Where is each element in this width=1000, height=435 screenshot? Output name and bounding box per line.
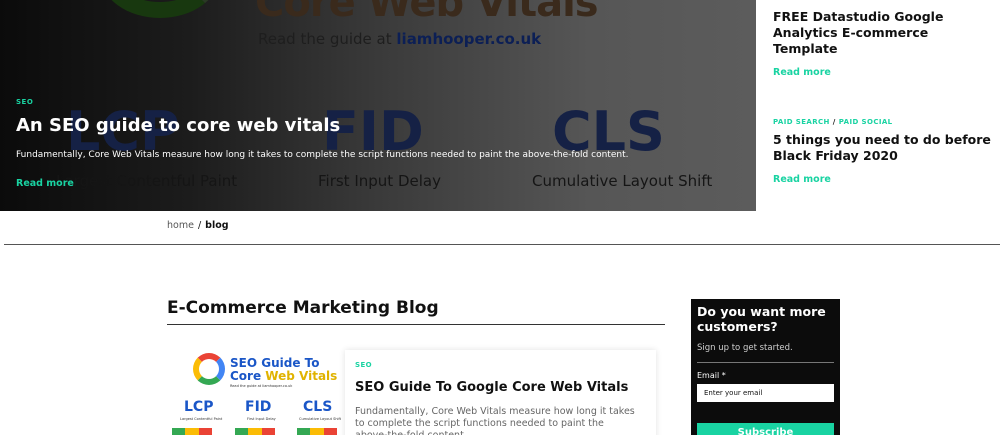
- subscribe-button[interactable]: Subscribe: [697, 423, 834, 435]
- post-title[interactable]: SEO Guide To Google Core Web Vitals: [355, 380, 646, 395]
- page-title: E-Commerce Marketing Blog: [167, 298, 439, 318]
- thumbnail-metric-fid-label: First Input Delay: [247, 417, 276, 421]
- thumbnail-metric-lcp-label: Largest Contentful Paint: [180, 417, 223, 421]
- side-post: FREE Datastudio Google Analytics E-comme…: [773, 9, 993, 78]
- hero-read-more-link[interactable]: Read more: [16, 178, 74, 189]
- hero-metric-fid-label: First Input Delay: [318, 172, 441, 190]
- thumbnail-scale-bar: [235, 428, 275, 435]
- side-post: PAID SEARCH / PAID SOCIAL 5 things you nee…: [773, 118, 993, 185]
- google-logo-icon: [193, 353, 225, 385]
- hero-category-tag[interactable]: SEO: [16, 98, 33, 106]
- newsletter-subtitle: Sign up to get started.: [697, 343, 793, 353]
- post-excerpt: Fundamentally, Core Web Vitals measure h…: [355, 406, 635, 435]
- thumbnail-caption: Read the guide at liamhooper.co.uk: [230, 384, 293, 388]
- hero-metric-cls-label: Cumulative Layout Shift: [532, 172, 713, 190]
- google-logo-icon: [100, 0, 220, 18]
- thumbnail-title-line2: Core Web Vitals: [230, 369, 338, 383]
- side-post-title[interactable]: FREE Datastudio Google Analytics E-comme…: [773, 9, 993, 57]
- post-category-tag[interactable]: SEO: [355, 361, 646, 369]
- thumbnail-metric-fid: FID: [245, 399, 272, 415]
- hero-post-title[interactable]: An SEO guide to core web vitals: [16, 115, 340, 136]
- breadcrumb-current: blog: [205, 220, 229, 231]
- tag-separator: /: [832, 118, 836, 126]
- section-divider: [4, 244, 1000, 245]
- email-label: Email *: [697, 371, 726, 380]
- thumbnail-scale-bar: [172, 428, 212, 435]
- side-post-read-more-link[interactable]: Read more: [773, 67, 993, 78]
- breadcrumb-separator: /: [197, 220, 202, 231]
- hero-image-headline: Core Web Vitals: [255, 0, 599, 26]
- newsletter-divider: [697, 362, 834, 363]
- hero-featured-post[interactable]: Core Web Vitals Read the guide at liamho…: [0, 0, 756, 211]
- newsletter-title: Do you want more customers?: [697, 304, 826, 334]
- tag-paid-search[interactable]: PAID SEARCH: [773, 118, 830, 126]
- hero-metric-lcp-label: Largest Contentful Paint: [56, 172, 238, 190]
- side-post-read-more-link[interactable]: Read more: [773, 174, 993, 185]
- thumbnail-metric-lcp: LCP: [184, 399, 214, 415]
- breadcrumb: home / blog: [167, 220, 229, 231]
- email-field[interactable]: [697, 384, 834, 402]
- newsletter-signup: Do you want more customers? Sign up to g…: [691, 299, 840, 435]
- thumbnail-scale-bar: [297, 428, 337, 435]
- hero-image-subline: Read the guide at liamhooper.co.uk: [258, 30, 542, 48]
- side-post-title[interactable]: 5 things you need to do before Black Fri…: [773, 132, 993, 164]
- thumbnail-metric-cls-label: Cumulative Layout Shift: [299, 417, 342, 421]
- post-card: SEO SEO Guide To Google Core Web Vitals …: [345, 350, 656, 435]
- breadcrumb-home-link[interactable]: home: [167, 220, 194, 231]
- hero-post-excerpt: Fundamentally, Core Web Vitals measure h…: [16, 150, 629, 160]
- post-thumbnail[interactable]: SEO Guide To Core Web Vitals Read the gu…: [167, 345, 343, 435]
- side-post-tags: PAID SEARCH / PAID SOCIAL: [773, 118, 993, 126]
- thumbnail-metric-cls: CLS: [303, 399, 333, 415]
- tag-paid-social[interactable]: PAID SOCIAL: [839, 118, 893, 126]
- heading-underline: [167, 324, 665, 325]
- thumbnail-title-line1: SEO Guide To: [230, 356, 320, 370]
